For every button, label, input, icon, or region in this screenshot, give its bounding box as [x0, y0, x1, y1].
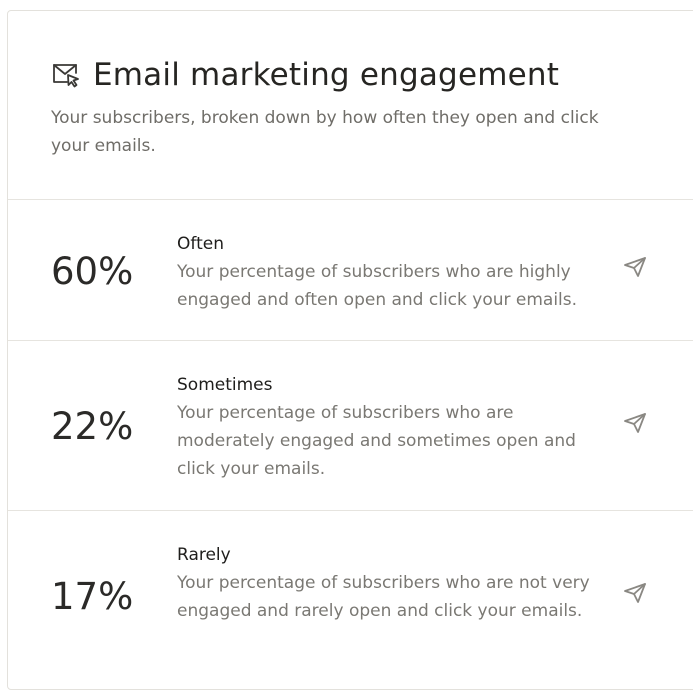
page-title: Email marketing engagement	[93, 57, 560, 93]
send-icon[interactable]	[622, 254, 648, 280]
row-label: Often	[177, 234, 224, 254]
engagement-row-sometimes: 22% Sometimes Your percentage of subscri…	[8, 341, 693, 511]
row-label: Sometimes	[177, 375, 273, 395]
engagement-row-rarely: 17% Rarely Your percentage of subscriber…	[8, 511, 693, 681]
row-body: Often Your percentage of subscribers who…	[177, 230, 597, 314]
mail-cursor-icon	[51, 60, 81, 90]
engagement-row-often: 60% Often Your percentage of subscribers…	[8, 200, 693, 341]
send-icon[interactable]	[622, 580, 648, 606]
row-description: Your percentage of subscribers who are h…	[177, 262, 578, 310]
row-description: Your percentage of subscribers who are n…	[177, 573, 590, 621]
percent-value: 17%	[51, 575, 134, 618]
send-icon[interactable]	[622, 410, 648, 436]
row-description: Your percentage of subscribers who are m…	[177, 403, 576, 479]
card-header: Email marketing engagement Your subscrib…	[8, 11, 693, 200]
percent-value: 60%	[51, 250, 134, 293]
percent-value: 22%	[51, 405, 134, 448]
title-row: Email marketing engagement	[51, 55, 559, 95]
row-body: Rarely Your percentage of subscribers wh…	[177, 541, 597, 625]
row-label: Rarely	[177, 545, 231, 565]
engagement-card: Email marketing engagement Your subscrib…	[7, 10, 693, 690]
row-body: Sometimes Your percentage of subscribers…	[177, 371, 597, 483]
page-subtitle: Your subscribers, broken down by how oft…	[51, 108, 599, 156]
